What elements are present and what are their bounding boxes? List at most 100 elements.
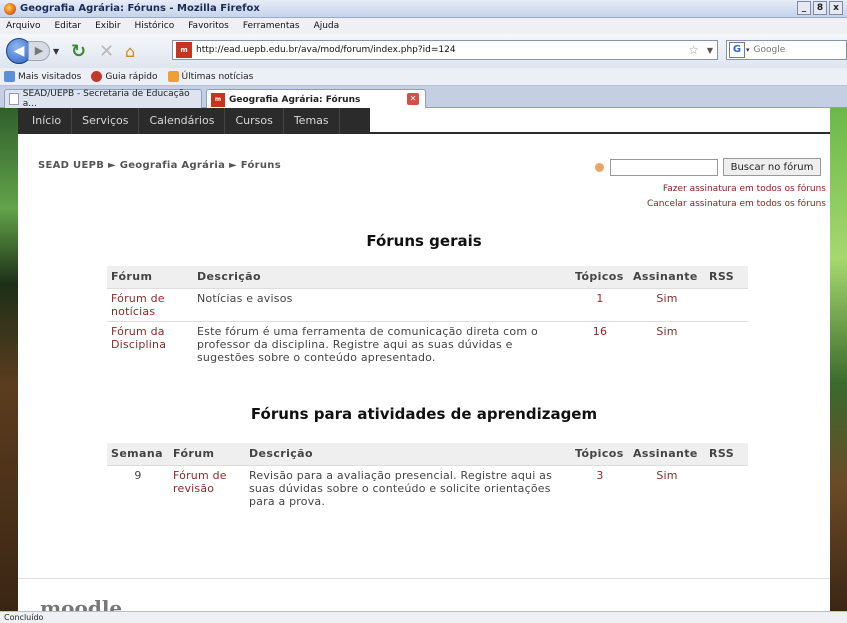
col-semana: Semana <box>107 443 169 465</box>
site-top-nav: Início Serviços Calendários Cursos Temas <box>18 108 370 134</box>
subscribed-link[interactable]: Sim <box>629 287 705 321</box>
window-title: Geografia Agrária: Fóruns - Mozilla Fire… <box>20 3 260 14</box>
col-rss: RSS <box>705 266 748 288</box>
nav-inicio[interactable]: Início <box>18 108 73 134</box>
table-row: Fórum da Disciplina Este fórum é uma fer… <box>107 320 748 367</box>
site-favicon-icon: m <box>211 92 225 107</box>
topics-count-link[interactable]: 16 <box>571 320 629 367</box>
tab-sead-uepb[interactable]: SEAD/UEPB - Secretaria de Educação a... <box>4 89 202 109</box>
home-icon[interactable]: ⌂ <box>125 42 143 61</box>
web-search-box[interactable]: G ▾ <box>726 40 847 60</box>
folder-icon <box>4 71 15 82</box>
bookmark-label: Mais visitados <box>18 71 82 82</box>
bookmarks-toolbar: Mais visitados Guia rápido Últimas notíc… <box>0 68 847 86</box>
col-assinante: Assinante <box>629 443 705 465</box>
google-engine-icon[interactable]: G <box>729 42 745 58</box>
moodle-page: Início Serviços Calendários Cursos Temas… <box>18 108 830 611</box>
week-number: 9 <box>107 464 169 511</box>
bookmark-guia-rapido[interactable]: Guia rápido <box>91 71 158 82</box>
forum-description: Este fórum é uma ferramenta de comunicaç… <box>193 320 571 367</box>
moodle-logo[interactable]: moodle <box>40 596 122 611</box>
col-descricao: Descrição <box>193 266 571 288</box>
menu-ajuda[interactable]: Ajuda <box>314 21 340 31</box>
bookmark-mais-visitados[interactable]: Mais visitados <box>4 71 81 82</box>
topics-count-link[interactable]: 3 <box>571 464 629 511</box>
navigation-toolbar: ◀ ▶ ▼ ↻ ✕ ⌂ m http://ead.uepb.edu.br/ava… <box>0 34 847 68</box>
maximize-button[interactable]: 8 <box>813 1 827 15</box>
footer-divider <box>18 578 830 579</box>
general-forums-table: Fórum Descrição Tópicos Assinante RSS Fó… <box>107 266 748 367</box>
site-favicon-icon: m <box>176 42 192 58</box>
theme-background-left <box>0 108 18 611</box>
menu-editar[interactable]: Editar <box>54 21 81 31</box>
stop-icon[interactable]: ✕ <box>99 41 115 62</box>
menu-favoritos[interactable]: Favoritos <box>188 21 229 31</box>
engine-dropdown-icon[interactable]: ▾ <box>746 46 750 54</box>
tab-geografia-agraria[interactable]: m Geografia Agrária: Fóruns ✕ <box>206 89 426 109</box>
nav-cursos[interactable]: Cursos <box>225 108 284 134</box>
bookmark-label: Últimas notícias <box>181 71 254 82</box>
forum-search-button[interactable]: Buscar no fórum <box>723 158 821 176</box>
theme-background-right <box>830 108 847 611</box>
bookmark-ultimas-noticias[interactable]: Últimas notícias <box>167 71 254 82</box>
rss-feed-icon <box>167 71 179 82</box>
forum-link[interactable]: Fórum de notícias <box>107 287 193 321</box>
forum-description: Notícias e avisos <box>193 287 571 321</box>
close-tab-icon[interactable]: ✕ <box>407 93 419 105</box>
reload-icon[interactable]: ↻ <box>71 41 89 62</box>
tab-label: SEAD/UEPB - Secretaria de Educação a... <box>22 89 190 109</box>
url-dropdown-icon[interactable]: ▼ <box>707 46 713 55</box>
firefox-logo-icon <box>4 2 16 15</box>
unsubscribe-all-link[interactable]: Cancelar assinatura em todos os fóruns <box>647 197 826 212</box>
forum-link[interactable]: Fórum de revisão <box>169 464 245 511</box>
top-nav-divider <box>370 132 830 134</box>
menu-exibir[interactable]: Exibir <box>95 21 120 31</box>
tab-bar: SEAD/UEPB - Secretaria de Educação a... … <box>0 86 847 109</box>
nav-calendarios[interactable]: Calendários <box>139 108 226 134</box>
table-row: 9 Fórum de revisão Revisão para a avalia… <box>107 464 748 511</box>
rss-cell <box>705 287 748 321</box>
menu-bar: Arquivo Editar Exibir Histórico Favorito… <box>0 18 847 34</box>
forum-description: Revisão para a avaliação presencial. Reg… <box>245 464 571 511</box>
rss-cell <box>705 320 748 367</box>
firefox-icon <box>91 71 103 82</box>
col-forum: Fórum <box>107 266 193 288</box>
tab-label: Geografia Agrária: Fóruns <box>229 94 361 105</box>
forward-button[interactable]: ▶ <box>28 41 50 61</box>
address-bar[interactable]: m http://ead.uepb.edu.br/ava/mod/forum/i… <box>172 40 718 60</box>
web-search-input[interactable] <box>753 45 834 55</box>
history-dropdown-icon[interactable]: ▼ <box>53 47 63 56</box>
breadcrumb[interactable]: SEAD UEPB ► Geografia Agrária ► Fóruns <box>38 160 281 171</box>
menu-ferramentas[interactable]: Ferramentas <box>243 21 300 31</box>
minimize-button[interactable]: _ <box>797 1 811 15</box>
col-topicos: Tópicos <box>571 443 629 465</box>
window-title-bar: Geografia Agrária: Fóruns - Mozilla Fire… <box>0 0 847 18</box>
url-text[interactable]: http://ead.uepb.edu.br/ava/mod/forum/ind… <box>196 45 456 55</box>
search-bullet-icon <box>595 162 604 172</box>
subscribe-all-link[interactable]: Fazer assinatura em todos os fóruns <box>647 182 826 197</box>
menu-historico[interactable]: Histórico <box>135 21 175 31</box>
close-window-button[interactable]: x <box>829 1 843 15</box>
table-header-row: Semana Fórum Descrição Tópicos Assinante… <box>107 443 748 465</box>
bookmark-label: Guia rápido <box>105 71 158 82</box>
table-row: Fórum de notícias Notícias e avisos 1 Si… <box>107 287 748 321</box>
subscribed-link[interactable]: Sim <box>629 464 705 511</box>
forum-search-input[interactable] <box>610 158 718 176</box>
bookmark-star-icon[interactable]: ☆ <box>688 43 699 57</box>
topics-count-link[interactable]: 1 <box>571 287 629 321</box>
subscribed-link[interactable]: Sim <box>629 320 705 367</box>
menu-arquivo[interactable]: Arquivo <box>6 21 40 31</box>
rss-cell <box>705 464 748 511</box>
learning-forums-table: Semana Fórum Descrição Tópicos Assinante… <box>107 443 748 511</box>
col-rss: RSS <box>705 443 748 465</box>
col-assinante: Assinante <box>629 266 705 288</box>
learning-forums-heading: Fóruns para atividades de aprendizagem <box>250 405 598 423</box>
forum-link[interactable]: Fórum da Disciplina <box>107 320 193 367</box>
forum-search: Buscar no fórum <box>595 158 821 176</box>
browser-viewport: Início Serviços Calendários Cursos Temas… <box>0 108 847 611</box>
nav-temas[interactable]: Temas <box>284 108 340 134</box>
status-bar: Concluído <box>0 611 847 623</box>
col-topicos: Tópicos <box>571 266 629 288</box>
col-forum: Fórum <box>169 443 245 465</box>
nav-servicos[interactable]: Serviços <box>72 108 140 134</box>
